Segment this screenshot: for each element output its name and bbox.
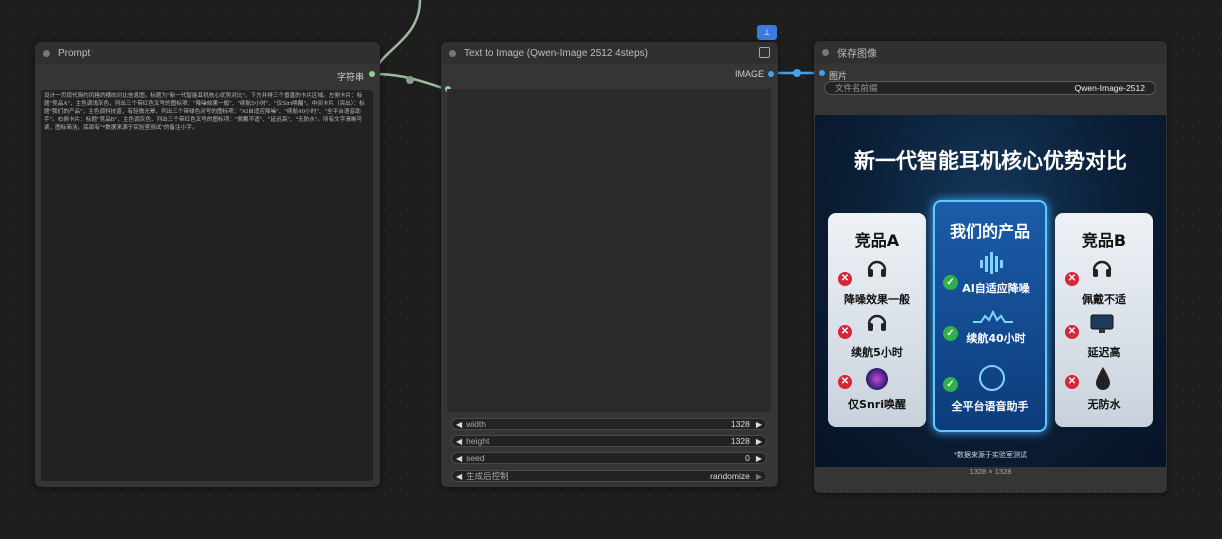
width-widget[interactable]: ◀ width 1328 ▶ xyxy=(451,418,767,430)
check-icon: ✓ xyxy=(943,377,958,392)
increment-arrow-icon[interactable]: ▶ xyxy=(756,454,762,463)
height-value[interactable]: 1328 xyxy=(731,436,750,446)
waveform-icon xyxy=(977,250,1007,276)
competitor-b-card: 竞品B ✕ 佩戴不适 ✕ 延迟高 ✕ 无防水 xyxy=(1055,213,1153,427)
prompt-textarea[interactable]: 设计一页现代简约风格的横向对比信息图。标题为"新一代智能耳机核心优势对比"。下方… xyxy=(41,90,373,481)
width-value[interactable]: 1328 xyxy=(731,419,750,429)
collapse-dot-icon[interactable] xyxy=(43,49,50,57)
competitor-a-item-1: 降噪效果一般 xyxy=(844,293,910,306)
increment-arrow-icon[interactable]: ▶ xyxy=(756,437,762,446)
headphone-icon xyxy=(1091,257,1113,279)
cross-icon: ✕ xyxy=(838,375,852,389)
competitor-a-title: 竞品A xyxy=(854,231,900,250)
image-dimensions: 1328 × 1328 xyxy=(969,467,1012,476)
height-widget[interactable]: ◀ height 1328 ▶ xyxy=(451,435,767,447)
seed-label: seed xyxy=(466,453,485,463)
filename-prefix-field[interactable]: 文件名前缀 Qwen-Image-2512 xyxy=(824,81,1156,95)
prompt-node-header[interactable]: Prompt xyxy=(35,42,380,64)
cross-icon: ✕ xyxy=(1065,375,1079,389)
poster-footnote: *数据来源于实验室测试 xyxy=(954,452,1027,459)
prompt-node-title: Prompt xyxy=(58,47,91,59)
our-product-item-1: AI自适应降噪 xyxy=(962,282,1030,295)
seed-value[interactable]: 0 xyxy=(745,453,750,463)
poster-title: 新一代智能耳机核心优势对比 xyxy=(854,149,1127,173)
cross-icon: ✕ xyxy=(838,325,852,339)
width-label: width xyxy=(466,419,486,429)
decrement-arrow-icon[interactable]: ◀ xyxy=(456,420,462,429)
t2i-node-title: Text to Image (Qwen-Image 2512 4steps) xyxy=(464,47,648,59)
preview-area xyxy=(447,89,771,412)
generated-image-preview: 新一代智能耳机核心优势对比 竞品A ✕ 降噪效果一般 ✕ 续航5小时 ✕ 仅Sn… xyxy=(815,115,1166,467)
filename-prefix-label: 文件名前缀 xyxy=(835,83,878,93)
collapse-dot-icon[interactable] xyxy=(449,49,456,57)
headphone-icon xyxy=(866,311,888,333)
t2i-node-header[interactable]: Text to Image (Qwen-Image 2512 4steps) xyxy=(441,42,778,64)
voice-assistant-icon xyxy=(979,365,1005,391)
cross-icon: ✕ xyxy=(838,272,852,286)
string-output-port[interactable] xyxy=(369,71,375,77)
decrement-arrow-icon[interactable]: ◀ xyxy=(456,472,462,481)
our-product-item-2: 续航40小时 xyxy=(966,332,1026,345)
siri-icon xyxy=(866,368,888,390)
competitor-a-item-3: 仅Snri唤醒 xyxy=(848,398,906,411)
competitor-b-item-3: 无防水 xyxy=(1087,398,1121,411)
subgraph-icon[interactable]: ⊥ xyxy=(757,25,777,40)
control-after-generate-widget[interactable]: ◀ 生成后控制 randomize ▶ xyxy=(451,470,767,482)
competitor-b-item-1: 佩戴不适 xyxy=(1082,293,1126,306)
our-product-item-3: 全平台语音助手 xyxy=(951,400,1029,413)
water-drop-icon xyxy=(1093,365,1113,391)
competitor-b-item-2: 延迟高 xyxy=(1087,346,1121,359)
our-product-title: 我们的产品 xyxy=(949,222,1030,241)
decrement-arrow-icon[interactable]: ◀ xyxy=(456,454,462,463)
expand-icon[interactable] xyxy=(759,47,770,58)
collapse-dot-icon[interactable] xyxy=(822,48,829,56)
increment-arrow-icon[interactable]: ▶ xyxy=(756,472,762,481)
cross-icon: ✕ xyxy=(1065,272,1079,286)
image-output-label: IMAGE xyxy=(734,69,764,79)
battery-wave-icon xyxy=(973,309,1013,326)
image-output-port[interactable] xyxy=(768,71,774,77)
string-output-label: 字符串 xyxy=(336,72,364,82)
save-node-title: 保存图像 xyxy=(837,48,877,60)
filename-prefix-value[interactable]: Qwen-Image-2512 xyxy=(1075,83,1145,93)
competitor-b-title: 竞品B xyxy=(1081,231,1127,250)
height-label: height xyxy=(466,436,490,446)
monitor-icon xyxy=(1090,314,1114,334)
increment-arrow-icon[interactable]: ▶ xyxy=(756,420,762,429)
image-input-port[interactable] xyxy=(819,70,825,76)
seed-widget[interactable]: ◀ seed 0 ▶ xyxy=(451,452,767,464)
text-to-image-node[interactable]: Text to Image (Qwen-Image 2512 4steps) I… xyxy=(441,42,778,487)
our-product-card: 我们的产品 ✓ AI自适应降噪 ✓ 续航40小时 ✓ 全平台语音助手 xyxy=(933,200,1047,432)
competitor-a-item-2: 续航5小时 xyxy=(851,346,903,359)
prompt-node[interactable]: Prompt 字符串 设计一页现代简约风格的横向对比信息图。标题为"新一代智能耳… xyxy=(35,42,380,487)
decrement-arrow-icon[interactable]: ◀ xyxy=(456,437,462,446)
save-node-header[interactable]: 保存图像 xyxy=(814,41,1167,63)
control-label: 生成后控制 xyxy=(466,471,509,481)
control-value[interactable]: randomize xyxy=(710,471,750,481)
cross-icon: ✕ xyxy=(1065,325,1079,339)
headphone-icon xyxy=(866,257,888,279)
competitor-a-card: 竞品A ✕ 降噪效果一般 ✕ 续航5小时 ✕ 仅Snri唤醒 xyxy=(828,213,926,427)
